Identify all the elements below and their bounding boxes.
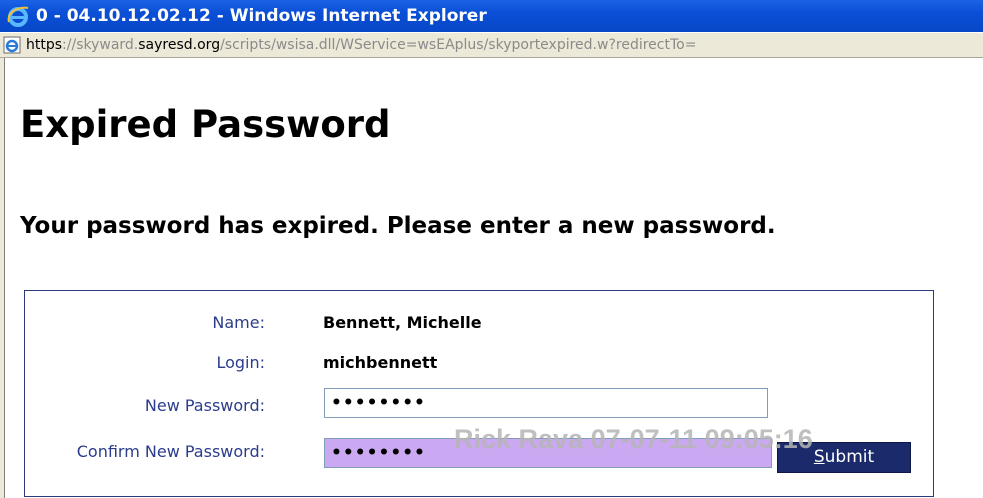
address-bar[interactable]: https://skyward.sayresd.org/scripts/wsis… xyxy=(0,32,983,58)
submit-button[interactable]: Submit xyxy=(777,442,911,473)
url-subdomain: ://skyward. xyxy=(62,37,139,53)
window-left-border xyxy=(0,58,5,498)
submit-accesskey: S xyxy=(813,447,825,467)
name-label: Name: xyxy=(212,313,265,332)
expired-message: Your password has expired. Please enter … xyxy=(20,213,776,239)
confirm-password-label: Confirm New Password: xyxy=(76,442,265,461)
password-form: Name: Bennett, Michelle Login: michbenne… xyxy=(24,290,934,497)
page-title: Expired Password xyxy=(20,103,391,146)
url-host: sayresd.org xyxy=(138,37,221,53)
confirm-password-input[interactable]: •••••••• xyxy=(324,438,772,468)
internet-explorer-icon xyxy=(7,6,29,27)
window-title: 0 - 04.10.12.02.12 - Windows Internet Ex… xyxy=(36,6,487,26)
new-password-input[interactable]: •••••••• xyxy=(324,388,768,418)
url-path: /scripts/wsisa.dll/WService=wsEAplus/sky… xyxy=(220,37,697,53)
login-value: michbennett xyxy=(323,353,438,372)
url-protocol: https xyxy=(26,37,63,53)
login-label: Login: xyxy=(216,353,265,372)
address-url[interactable]: https://skyward.sayresd.org/scripts/wsis… xyxy=(26,37,696,53)
page-ie-icon xyxy=(3,36,21,54)
submit-label: ubmit xyxy=(824,447,875,467)
window-titlebar[interactable]: 0 - 04.10.12.02.12 - Windows Internet Ex… xyxy=(0,0,983,32)
new-password-label: New Password: xyxy=(144,396,265,415)
name-value: Bennett, Michelle xyxy=(323,313,482,332)
